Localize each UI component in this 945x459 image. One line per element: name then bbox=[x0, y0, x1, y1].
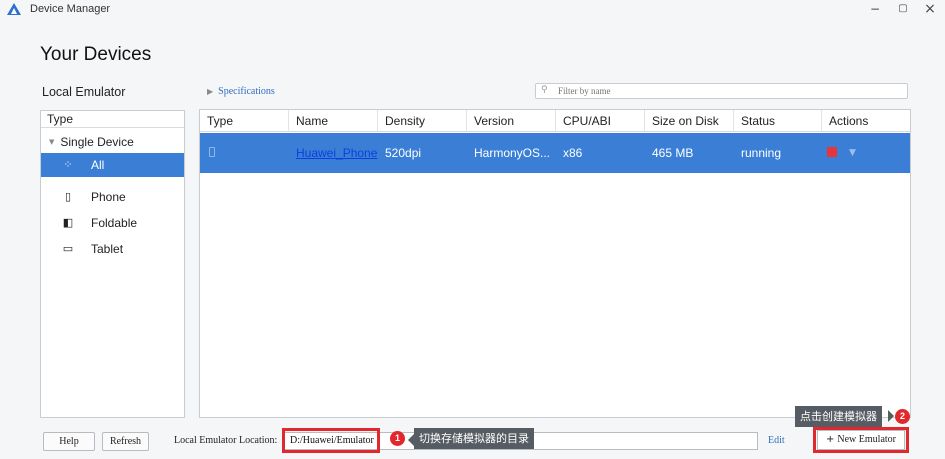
table-header: Type Name Density Version CPU/ABI Size o… bbox=[200, 110, 910, 132]
tablet-icon: ▭ bbox=[62, 242, 74, 255]
column-header-density[interactable]: Density bbox=[378, 110, 467, 132]
phone-icon: ▯ bbox=[64, 190, 72, 203]
callout-pointer bbox=[888, 410, 894, 422]
chevron-right-icon: ▶ bbox=[207, 87, 214, 96]
annotation-badge-2: 2 bbox=[895, 409, 910, 424]
highlight-box-new-emulator bbox=[813, 427, 909, 453]
search-icon: ⚲ bbox=[541, 85, 548, 95]
device-type-panel: Type ▼ Single Device ⁘ All ▯ Phone ◧ Fold… bbox=[40, 110, 185, 418]
tree-item-all[interactable]: ⁘ All bbox=[41, 153, 184, 177]
specifications-toggle[interactable]: ▶ Specifications bbox=[207, 86, 275, 97]
filter-box[interactable]: ⚲ bbox=[535, 83, 908, 99]
location-label: Local Emulator Location: bbox=[174, 435, 278, 446]
device-table: Type Name Density Version CPU/ABI Size o… bbox=[199, 109, 911, 418]
tree-item-label: Foldable bbox=[91, 216, 138, 230]
cell-status: running bbox=[741, 146, 782, 160]
chevron-down-icon[interactable]: ▼ bbox=[849, 133, 856, 173]
column-header-actions[interactable]: Actions bbox=[822, 110, 910, 132]
cell-version: HarmonyOS... bbox=[474, 146, 551, 160]
annotation-badge-1: 1 bbox=[390, 431, 405, 446]
table-row[interactable]: Huawei_Phone 520dpi HarmonyOS... x86 465… bbox=[200, 133, 910, 173]
title-bar: Device Manager − ▢ × bbox=[0, 0, 945, 20]
column-header-cpu[interactable]: CPU/ABI bbox=[556, 110, 645, 132]
highlight-box-location bbox=[282, 428, 380, 453]
section-label: Local Emulator bbox=[42, 85, 126, 99]
tree-item-tablet[interactable]: ▭ Tablet bbox=[41, 237, 184, 261]
filter-input[interactable] bbox=[558, 85, 898, 97]
tree-group-label: Single Device bbox=[60, 135, 134, 149]
edit-link[interactable]: Edit bbox=[768, 435, 785, 446]
cell-cpu: x86 bbox=[563, 146, 583, 160]
cell-size: 465 MB bbox=[652, 146, 694, 160]
type-header: Type bbox=[41, 111, 184, 128]
tree-item-label: Phone bbox=[91, 190, 126, 204]
stop-icon[interactable] bbox=[827, 147, 837, 157]
help-button[interactable]: Help bbox=[43, 432, 95, 451]
refresh-button[interactable]: Refresh bbox=[102, 432, 149, 451]
column-header-status[interactable]: Status bbox=[734, 110, 822, 132]
annotation-callout-1: 切换存储模拟器的目录 bbox=[414, 428, 534, 449]
cell-density: 520dpi bbox=[385, 146, 422, 160]
window-title: Device Manager bbox=[30, 3, 111, 15]
foldable-icon: ◧ bbox=[62, 216, 74, 229]
minimize-button[interactable]: − bbox=[866, 1, 884, 17]
phone-icon bbox=[209, 147, 215, 157]
tree-item-label: Tablet bbox=[91, 242, 124, 256]
maximize-button[interactable]: ▢ bbox=[894, 1, 912, 17]
tree-item-foldable[interactable]: ◧ Foldable bbox=[41, 211, 184, 235]
grid-icon: ⁘ bbox=[63, 158, 73, 171]
tree-item-phone[interactable]: ▯ Phone bbox=[41, 185, 184, 209]
tree-item-label: All bbox=[91, 158, 105, 172]
column-header-size[interactable]: Size on Disk bbox=[645, 110, 734, 132]
expand-icon: ▼ bbox=[49, 138, 55, 146]
annotation-callout-2: 点击创建模拟器 bbox=[795, 406, 882, 427]
column-header-name[interactable]: Name bbox=[289, 110, 378, 132]
app-logo-icon bbox=[7, 3, 21, 15]
column-header-type[interactable]: Type bbox=[200, 110, 289, 132]
close-button[interactable]: × bbox=[921, 1, 939, 17]
device-name-link[interactable]: Huawei_Phone bbox=[289, 133, 377, 173]
page-title: Your Devices bbox=[40, 44, 152, 65]
specifications-label: Specifications bbox=[218, 86, 275, 97]
column-header-version[interactable]: Version bbox=[467, 110, 556, 132]
tree-group-single-device[interactable]: ▼ Single Device bbox=[49, 135, 134, 149]
